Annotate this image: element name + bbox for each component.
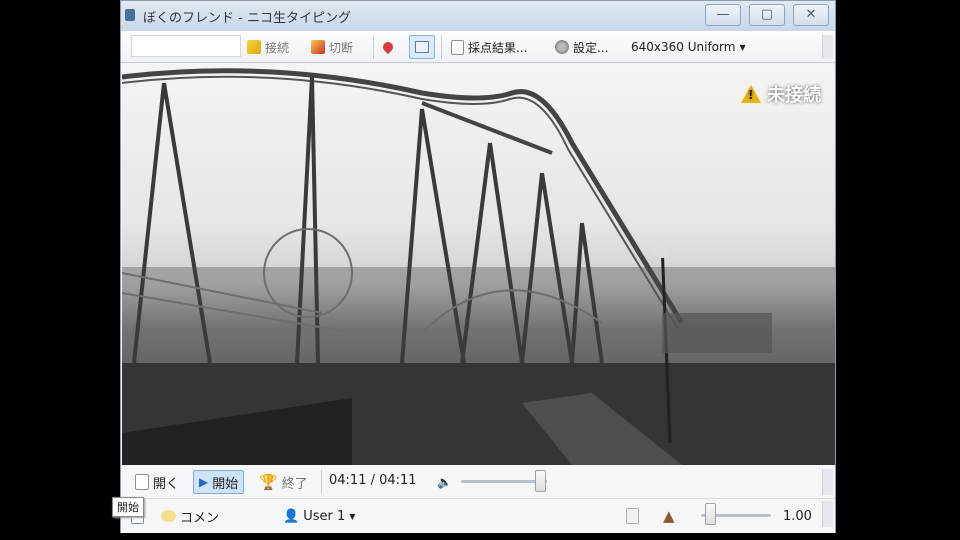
chevron-down-icon: ▼ (739, 42, 746, 52)
tooltip: 開始 (112, 497, 144, 517)
maximize-button[interactable]: ▢ (749, 4, 785, 26)
broadcast-id-input[interactable] (131, 35, 241, 57)
speed-value: 1.00 (783, 508, 812, 524)
window-mode-button[interactable] (409, 35, 435, 59)
disconnect-label: 切断 (329, 40, 354, 55)
resolution-value: 640x360 Uniform (631, 40, 736, 54)
speaker-icon[interactable]: 🔈 (437, 472, 452, 492)
bottom-bar: コメン 👤 User 1 ▼ ▲ 1.00 (121, 499, 835, 533)
score-results-label: 採点結果... (468, 40, 528, 55)
settings-label: 設定... (573, 40, 609, 55)
window-title: ぼくのフレンド - ニコ生タイピング (143, 11, 351, 26)
pin-button[interactable] (380, 38, 396, 56)
pin-icon (380, 39, 396, 55)
toolbar-divider (373, 35, 374, 59)
comment-label: コメン (180, 510, 220, 526)
status-badge: 未接続 (741, 81, 821, 107)
app-icon (125, 9, 135, 21)
play-icon: ▶ (199, 475, 209, 489)
start-button[interactable]: ▶ 開始 (193, 470, 245, 494)
end-label: 終了 (281, 476, 308, 492)
toolbar-scroll[interactable] (822, 35, 833, 59)
controls-divider (321, 470, 322, 494)
open-button[interactable]: 開く (135, 472, 179, 492)
user-icon: 👤 (283, 508, 300, 524)
connect-button[interactable]: 接続 (247, 38, 289, 56)
notes-button[interactable] (626, 506, 639, 526)
end-button[interactable]: 🏆 終了 (259, 472, 308, 492)
toolbar: 接続 切断 採点結果... 設定... 640x360 Uniform ▼ (121, 31, 835, 63)
resolution-dropdown[interactable]: 640x360 Uniform ▼ (631, 38, 746, 56)
start-label: 開始 (212, 476, 239, 492)
warning-icon (741, 85, 761, 103)
roller-coaster-image (122, 68, 835, 465)
speed-thumb[interactable] (705, 503, 716, 525)
open-label: 開く (153, 476, 180, 492)
user-dropdown[interactable]: 👤 User 1 ▼ (283, 506, 355, 526)
bell-icon: ▲ (663, 507, 675, 525)
video-view: 未接続 (122, 63, 835, 465)
disconnect-icon (311, 40, 325, 54)
comment-button[interactable]: コメン (161, 506, 219, 526)
minimize-button[interactable]: — (705, 4, 741, 26)
connect-label: 接続 (265, 40, 290, 55)
disconnect-button[interactable]: 切断 (311, 38, 353, 56)
user-label: User 1 (303, 508, 346, 524)
time-display: 04:11 / 04:11 (329, 473, 417, 488)
bottom-scroll[interactable] (822, 501, 833, 527)
seek-thumb[interactable] (535, 470, 546, 492)
notepad-icon (626, 508, 639, 524)
gear-icon (555, 40, 569, 54)
document-icon (135, 474, 149, 490)
trophy-icon: 🏆 (259, 473, 278, 491)
lightning-icon (247, 40, 261, 54)
title-bar[interactable]: ぼくのフレンド - ニコ生タイピング — ▢ ✕ (121, 1, 835, 31)
voice-button[interactable]: ▲ (663, 506, 675, 526)
toolbar-divider (441, 35, 442, 59)
playback-controls: 開く ▶ 開始 🏆 終了 04:11 / 04:11 🔈 (121, 465, 835, 499)
score-results-button[interactable]: 採点結果... (451, 38, 527, 56)
controls-scroll[interactable] (822, 469, 833, 495)
speech-bubble-icon (161, 510, 176, 522)
close-button[interactable]: ✕ (793, 4, 829, 26)
app-window: ぼくのフレンド - ニコ生タイピング — ▢ ✕ 接続 切断 採点結果... 設… (120, 0, 836, 533)
window-icon (415, 41, 429, 53)
document-icon (451, 39, 464, 55)
status-text: 未接続 (767, 85, 821, 106)
settings-button[interactable]: 設定... (555, 38, 608, 56)
chevron-down-icon: ▼ (349, 511, 356, 521)
